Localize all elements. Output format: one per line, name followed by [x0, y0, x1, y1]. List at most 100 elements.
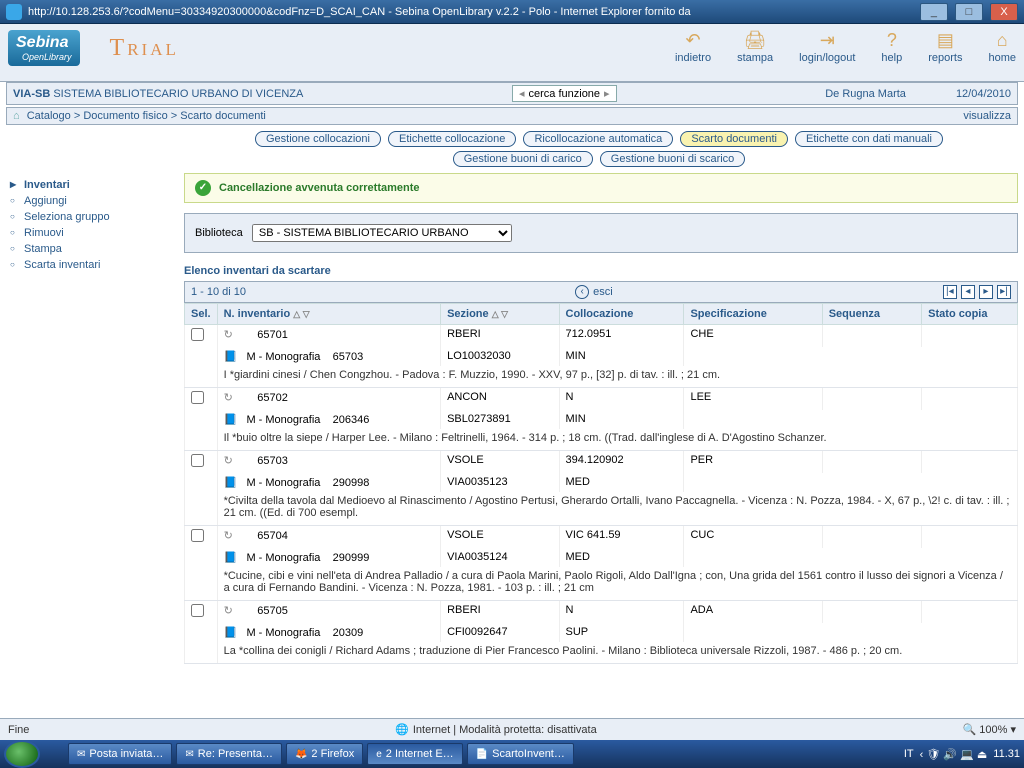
- help-button[interactable]: ?help: [881, 30, 902, 64]
- refresh-icon[interactable]: ↻: [224, 605, 233, 617]
- biblioteca-label: Biblioteca: [195, 227, 243, 239]
- taskbar-ie[interactable]: e 2 Internet E…: [367, 743, 462, 765]
- system-row: VIA-SB SISTEMA BIBLIOTECARIO URBANO DI V…: [6, 82, 1018, 105]
- table-row: ↻ 65704 VSOLEVIC 641.59CUC: [185, 526, 1018, 549]
- action-tabs: Gestione collocazioni Etichette collocaz…: [0, 125, 1024, 171]
- refresh-icon[interactable]: ↻: [224, 392, 233, 404]
- taskbar-firefox[interactable]: 🦊 2 Firefox: [286, 743, 363, 765]
- table-row-desc: La *collina dei conigli / Richard Adams …: [185, 642, 1018, 664]
- refresh-icon[interactable]: ↻: [224, 530, 233, 542]
- book-icon: 📘: [224, 552, 238, 564]
- table-row: ↻ 65702 ANCONNLEE: [185, 388, 1018, 411]
- maximize-button[interactable]: □: [955, 3, 983, 21]
- prev-page-button[interactable]: ◂: [961, 285, 975, 299]
- side-scarta-inventari[interactable]: Scarta inventari: [10, 257, 176, 273]
- tray-clock: 11.31: [993, 748, 1020, 760]
- windows-taskbar: ✉ Posta inviata… ✉ Re: Presenta… 🦊 2 Fir…: [0, 740, 1024, 768]
- table-row: ↻ 65701 RBERI712.0951CHE: [185, 325, 1018, 348]
- pager-range: 1 - 10 di 10: [191, 286, 246, 298]
- table-row-detail: 📘 M - Monografia 290999 VIA0035124MED: [185, 548, 1018, 567]
- app-toolbar: SebinaOpenLibrary Trial ↶indietro 🖨stamp…: [0, 24, 1024, 82]
- book-icon: 📘: [224, 414, 238, 426]
- bc-level-1[interactable]: Catalogo: [27, 110, 71, 122]
- last-page-button[interactable]: ▸|: [997, 285, 1011, 299]
- print-button[interactable]: 🖨stampa: [737, 30, 773, 64]
- window-title: http://10.128.253.6/?codMenu=30334920300…: [28, 6, 691, 18]
- zoom-label[interactable]: 🔍 100%: [963, 724, 1008, 736]
- list-title: Elenco inventari da scartare: [184, 261, 1018, 281]
- home-icon: ⌂: [988, 30, 1016, 52]
- book-icon: 📘: [224, 627, 238, 639]
- report-icon: ▤: [928, 30, 962, 52]
- biblioteca-select[interactable]: SB - SISTEMA BIBLIOTECARIO URBANO: [252, 224, 512, 242]
- side-seleziona-gruppo[interactable]: Seleziona gruppo: [10, 209, 176, 225]
- side-stampa[interactable]: Stampa: [10, 241, 176, 257]
- status-fine: Fine: [8, 724, 29, 736]
- col-sezione[interactable]: Sezione △ ▽: [441, 304, 559, 325]
- taskbar-doc[interactable]: 📄 ScartoInvent…: [467, 743, 574, 765]
- row-checkbox[interactable]: [191, 328, 204, 341]
- current-date: 12/04/2010: [956, 88, 1011, 100]
- back-button[interactable]: ↶indietro: [675, 30, 711, 64]
- tray-lang[interactable]: IT: [904, 748, 914, 760]
- table-row-desc: Il *buio oltre la siepe / Harper Lee. - …: [185, 429, 1018, 451]
- printer-icon: 🖨: [737, 30, 773, 52]
- col-stato[interactable]: Stato copia: [922, 304, 1018, 325]
- pill-ricollocazione-automatica[interactable]: Ricollocazione automatica: [523, 131, 673, 147]
- start-button[interactable]: [4, 740, 40, 768]
- row-checkbox[interactable]: [191, 454, 204, 467]
- system-code: VIA-SB: [13, 88, 50, 100]
- table-row-desc: *Cucine, cibi e vini nell'eta di Andrea …: [185, 567, 1018, 601]
- success-message: ✓ Cancellazione avvenuta correttamente: [184, 173, 1018, 203]
- home-icon[interactable]: ⌂: [13, 110, 20, 122]
- col-sequenza[interactable]: Sequenza: [822, 304, 921, 325]
- login-button[interactable]: ⇥login/logout: [799, 30, 855, 64]
- tray-icons[interactable]: ‹ 🛡 🔊 💻 ⏏: [920, 748, 988, 761]
- col-sel: Sel.: [185, 304, 218, 325]
- side-inventari[interactable]: Inventari: [10, 177, 176, 193]
- taskbar-mail2[interactable]: ✉ Re: Presenta…: [176, 743, 282, 765]
- taskbar-outlook[interactable]: ✉ Posta inviata…: [68, 743, 172, 765]
- side-nav: Inventari Aggiungi Seleziona gruppo Rimu…: [6, 173, 176, 664]
- pager-nav: |◂ ◂ ▸ ▸|: [942, 285, 1011, 299]
- table-row-desc: *Civilta della tavola dal Medioevo al Ri…: [185, 492, 1018, 526]
- side-rimuovi[interactable]: Rimuovi: [10, 225, 176, 241]
- system-tray: IT ‹ 🛡 🔊 💻 ⏏ 11.31: [904, 748, 1020, 761]
- close-button[interactable]: X: [990, 3, 1018, 21]
- row-checkbox[interactable]: [191, 529, 204, 542]
- pill-gestione-buoni-carico[interactable]: Gestione buoni di carico: [453, 151, 593, 167]
- pill-etichette-dati-manuali[interactable]: Etichette con dati manuali: [795, 131, 943, 147]
- window-buttons: _ □ X: [916, 3, 1018, 21]
- pill-gestione-collocazioni[interactable]: Gestione collocazioni: [255, 131, 381, 147]
- trial-label: Trial: [110, 35, 179, 62]
- pager-bar: 1 - 10 di 10 ‹esci |◂ ◂ ▸ ▸|: [184, 281, 1018, 303]
- pill-gestione-buoni-scarico[interactable]: Gestione buoni di scarico: [600, 151, 746, 167]
- side-aggiungi[interactable]: Aggiungi: [10, 193, 176, 209]
- table-row-detail: 📘 M - Monografia 206346 SBL0273891MIN: [185, 410, 1018, 429]
- breadcrumb: ⌂ Catalogo > Documento fisico > Scarto d…: [6, 107, 1018, 125]
- browser-statusbar: Fine 🌐Internet | Modalità protetta: disa…: [0, 718, 1024, 740]
- library-selector-box: Biblioteca SB - SISTEMA BIBLIOTECARIO UR…: [184, 213, 1018, 253]
- home-button[interactable]: ⌂home: [988, 30, 1016, 64]
- app-logo: SebinaOpenLibrary: [8, 30, 80, 66]
- pill-etichette-collocazione[interactable]: Etichette collocazione: [388, 131, 516, 147]
- first-page-button[interactable]: |◂: [943, 285, 957, 299]
- col-ninventario[interactable]: N. inventario △ ▽: [217, 304, 441, 325]
- row-checkbox[interactable]: [191, 391, 204, 404]
- minimize-button[interactable]: _: [920, 3, 948, 21]
- bc-level-3: Scarto documenti: [180, 110, 266, 122]
- refresh-icon[interactable]: ↻: [224, 455, 233, 467]
- refresh-icon[interactable]: ↻: [224, 329, 233, 341]
- table-row: ↻ 65705 RBERINADA: [185, 601, 1018, 624]
- bc-level-2[interactable]: Documento fisico: [83, 110, 167, 122]
- col-specificazione[interactable]: Specificazione: [684, 304, 822, 325]
- reports-button[interactable]: ▤reports: [928, 30, 962, 64]
- row-checkbox[interactable]: [191, 604, 204, 617]
- inventory-table: Sel. N. inventario △ ▽ Sezione △ ▽ Collo…: [184, 303, 1018, 664]
- col-collocazione[interactable]: Collocazione: [559, 304, 684, 325]
- esci-link[interactable]: ‹esci: [575, 285, 613, 299]
- pill-scarto-documenti[interactable]: Scarto documenti: [680, 131, 788, 147]
- search-function[interactable]: ◂cerca funzione▸: [512, 85, 617, 102]
- next-page-button[interactable]: ▸: [979, 285, 993, 299]
- visualizza-link[interactable]: visualizza: [963, 110, 1011, 122]
